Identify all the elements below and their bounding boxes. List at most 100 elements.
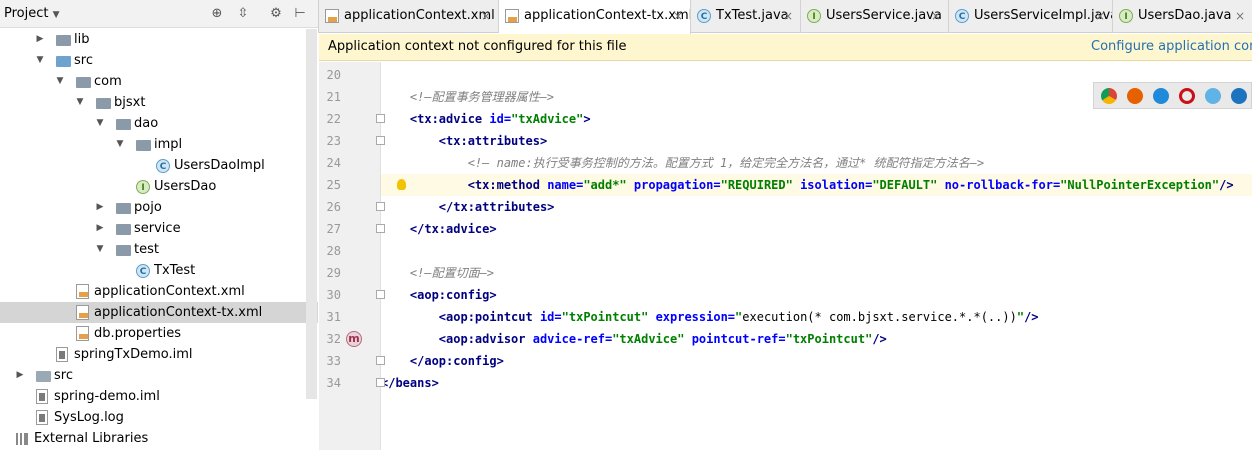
editor-tab[interactable]: C TxTest.java × [691,0,801,33]
code-token: <aop:pointcut [438,310,540,324]
ie-icon[interactable] [1205,88,1221,104]
code-token: /> [1024,310,1039,324]
class-icon: C [697,9,711,23]
close-icon[interactable]: × [481,0,491,32]
tree-item[interactable]: C UsersDaoImpl [0,155,318,176]
line-number: 34 [326,376,341,390]
editor-tab[interactable]: I UsersDao.java × [1113,0,1252,33]
code-token: <!— name:执行受事务控制的方法。配置方式 1，给定完全方法名，通过* 统… [381,156,985,170]
code-line[interactable]: <!—配置切面—> [381,262,1252,284]
tree-item[interactable]: springTxDemo.iml [0,344,318,365]
code-line[interactable]: </beans> [381,372,1252,394]
code-token: "add*" [583,178,634,192]
line-number: 25 [326,178,341,192]
code-token: </tx:attributes> [438,200,555,214]
folder-icon [56,35,71,46]
tree-item[interactable]: ▼ test [0,239,318,260]
tree-item[interactable]: SysLog.log [0,407,318,428]
chevron-down-icon[interactable]: ▼ [115,134,125,155]
tree-item[interactable]: ▶ lib [0,29,318,50]
tree-item[interactable]: applicationContext.xml [0,281,318,302]
code-line[interactable]: </aop:config> [381,350,1252,372]
close-icon[interactable]: × [1095,0,1105,32]
tree-item[interactable]: ▼ src [0,50,318,71]
tab-label: UsersService.java [826,8,942,23]
code-line[interactable] [381,240,1252,262]
tree-item[interactable]: External Libraries [0,428,318,449]
tree-item[interactable]: ▼ bjsxt [0,92,318,113]
gear-icon[interactable]: ⚙ [268,6,284,22]
chevron-right-icon[interactable]: ▶ [15,365,25,386]
close-icon[interactable]: × [1235,0,1245,32]
chevron-right-icon[interactable]: ▶ [95,218,105,239]
code-line[interactable]: </tx:advice> [381,218,1252,240]
hide-icon[interactable]: ⊢ [292,6,308,22]
folder-icon [56,56,71,67]
edge-icon[interactable] [1231,88,1247,104]
chevron-right-icon[interactable]: ▶ [35,29,45,50]
fold-marker-icon[interactable] [376,378,385,387]
code-line[interactable]: <aop:config> [381,284,1252,306]
tree-item[interactable]: db.properties [0,323,318,344]
code-line[interactable]: </tx:attributes> [381,196,1252,218]
tree-item[interactable]: ▼ dao [0,113,318,134]
tree-item[interactable]: spring-demo.iml [0,386,318,407]
lightbulb-icon[interactable] [397,179,406,190]
tree-item[interactable]: ▶ pojo [0,197,318,218]
file-icon [56,347,68,362]
close-icon[interactable]: × [673,0,683,32]
line-number: 28 [326,244,341,258]
tree-item-label: dao [134,116,159,131]
fold-marker-icon[interactable] [376,202,385,211]
safari-icon[interactable] [1153,88,1169,104]
code-token: pointcut-ref= [691,332,786,346]
project-view-selector[interactable]: Project ▼ [4,6,60,21]
chevron-down-icon[interactable]: ▼ [35,50,45,71]
editor-tab[interactable]: applicationContext-tx.xml × [499,0,691,34]
tree-item[interactable]: I UsersDao [0,176,318,197]
sidebar-scrollbar[interactable] [306,29,317,399]
tree-item[interactable]: ▼ com [0,71,318,92]
fold-marker-icon[interactable] [376,356,385,365]
chrome-icon[interactable] [1101,88,1117,104]
tree-item[interactable]: ▶ service [0,218,318,239]
editor-tab[interactable]: I UsersService.java × [801,0,949,33]
chevron-down-icon[interactable]: ▼ [75,92,85,113]
code-token: <!—配置事务管理器属性—> [381,90,555,104]
chevron-down-icon[interactable]: ▼ [55,71,65,92]
chevron-down-icon[interactable]: ▼ [95,239,105,260]
fold-marker-icon[interactable] [376,290,385,299]
code-line[interactable]: <tx:attributes> [381,130,1252,152]
tab-label: TxTest.java [716,8,789,23]
editor-tab[interactable]: C UsersServiceImpl.java × [949,0,1113,33]
code-line[interactable]: <aop:pointcut id="txPointcut" expression… [381,306,1252,328]
collapse-icon[interactable]: ⇳ [235,6,251,22]
code-token: "DEFAULT" [872,178,945,192]
tree-item[interactable]: C TxTest [0,260,318,281]
editor-tab[interactable]: applicationContext.xml × [319,0,499,33]
tree-item[interactable]: applicationContext-tx.xml [0,302,318,323]
code-line[interactable]: <!— name:执行受事务控制的方法。配置方式 1，给定完全方法名，通过* 统… [381,152,1252,174]
close-icon[interactable]: × [783,0,793,32]
opera-icon[interactable] [1179,88,1195,104]
firefox-icon[interactable] [1127,88,1143,104]
code-line[interactable]: <aop:advisor advice-ref="txAdvice" point… [381,328,1252,350]
tree-item[interactable]: ▼ impl [0,134,318,155]
folder-icon [136,140,151,151]
configure-context-link[interactable]: Configure application context [1091,39,1252,54]
tree-item[interactable]: ▶ src [0,365,318,386]
chevron-right-icon[interactable]: ▶ [95,197,105,218]
code-line[interactable]: <tx:method name="add*" propagation="REQU… [381,174,1252,196]
code-token: <tx:method [467,178,548,192]
close-icon[interactable]: × [931,0,941,32]
code-line[interactable]: <tx:advice id="txAdvice"> [381,108,1252,130]
method-marker-icon[interactable]: m [346,331,362,347]
code-editor[interactable]: 20 21 22 23 24 25 26 27 28 29 30 31 32 m 33 34 <!—配置事务管… [319,62,1252,450]
crosshair-icon[interactable]: ⊕ [209,6,225,22]
fold-marker-icon[interactable] [376,136,385,145]
fold-marker-icon[interactable] [376,224,385,233]
chevron-down-icon[interactable]: ▼ [95,113,105,134]
fold-marker-icon[interactable] [376,114,385,123]
